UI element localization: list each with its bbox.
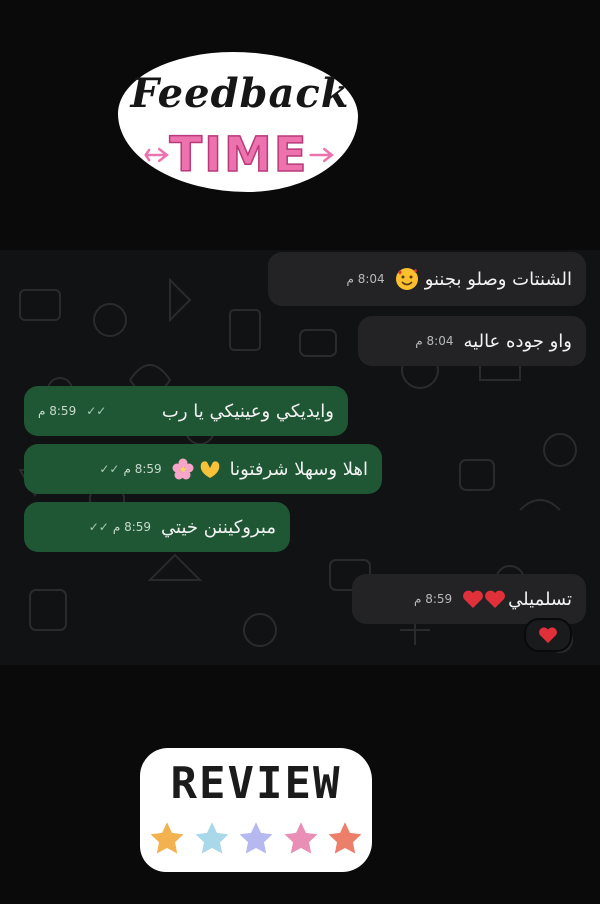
heart-hands-icon <box>200 461 219 478</box>
sticker-feedback-word: Feedback <box>130 70 350 117</box>
sticker-time-row: TIME <box>144 126 334 184</box>
red-heart-icon <box>463 590 484 608</box>
message-text: الشنتات وصلو بجننو <box>424 268 572 290</box>
message-bubble-incoming[interactable]: 8:59 م تسلميلي <box>352 574 586 624</box>
message-bubble-outgoing[interactable]: ✓✓ 8:59 م اهلا وسهلا شرفتونا <box>24 444 382 494</box>
star-icon <box>325 818 365 857</box>
read-double-check-icon: ✓✓ <box>99 462 120 476</box>
message-text: واو جوده عاليه <box>463 330 573 352</box>
arrow-left-icon <box>144 147 169 163</box>
message-bubble-outgoing[interactable]: 8:59 م ✓✓ وايديكي وعينيكي يا رب <box>24 386 348 436</box>
read-double-check-icon: ✓✓ <box>86 404 107 418</box>
star-icon <box>280 818 321 857</box>
red-heart-icon <box>539 627 557 644</box>
rating-stars <box>146 818 366 864</box>
message-time: 8:59 م <box>413 592 453 606</box>
message-time: 8:04 م <box>415 334 454 348</box>
message-text: تسلميلي <box>508 588 572 610</box>
star-icon <box>147 818 187 857</box>
read-double-check-icon: ✓✓ <box>88 520 109 534</box>
message-time: 8:59 م <box>123 462 162 476</box>
smiling-face-with-hearts-icon <box>395 268 418 290</box>
review-sticker: REVIEW <box>140 748 372 872</box>
sticker-time-word: TIME <box>169 126 309 184</box>
message-time: 8:59 م <box>38 404 77 418</box>
chat-conversation[interactable]: 8:04 م الشنتات وصلو بجننو 8:04 م واو جود… <box>0 250 600 665</box>
message-bubble-outgoing[interactable]: ✓✓ 8:59 م مبروكيننن خيتي <box>24 502 290 552</box>
sticker-review-word: REVIEW <box>170 758 342 809</box>
star-icon <box>236 818 276 857</box>
red-heart-icon <box>485 590 506 608</box>
message-text: اهلا وسهلا شرفتونا <box>229 458 368 480</box>
message-text: مبروكيننن خيتي <box>161 516 276 538</box>
message-reaction[interactable] <box>524 618 572 652</box>
cherry-blossom-icon <box>172 458 194 480</box>
message-text: وايديكي وعينيكي يا رب <box>161 400 334 422</box>
star-icon <box>191 818 232 857</box>
arrow-right-icon <box>309 147 334 163</box>
feedback-time-sticker: Feedback TIME <box>118 52 358 192</box>
message-bubble-incoming[interactable]: 8:04 م الشنتات وصلو بجننو <box>268 252 586 306</box>
message-time: 8:04 م <box>346 272 385 286</box>
message-time: 8:59 م <box>112 520 152 534</box>
message-bubble-incoming[interactable]: 8:04 م واو جوده عاليه <box>358 316 586 366</box>
